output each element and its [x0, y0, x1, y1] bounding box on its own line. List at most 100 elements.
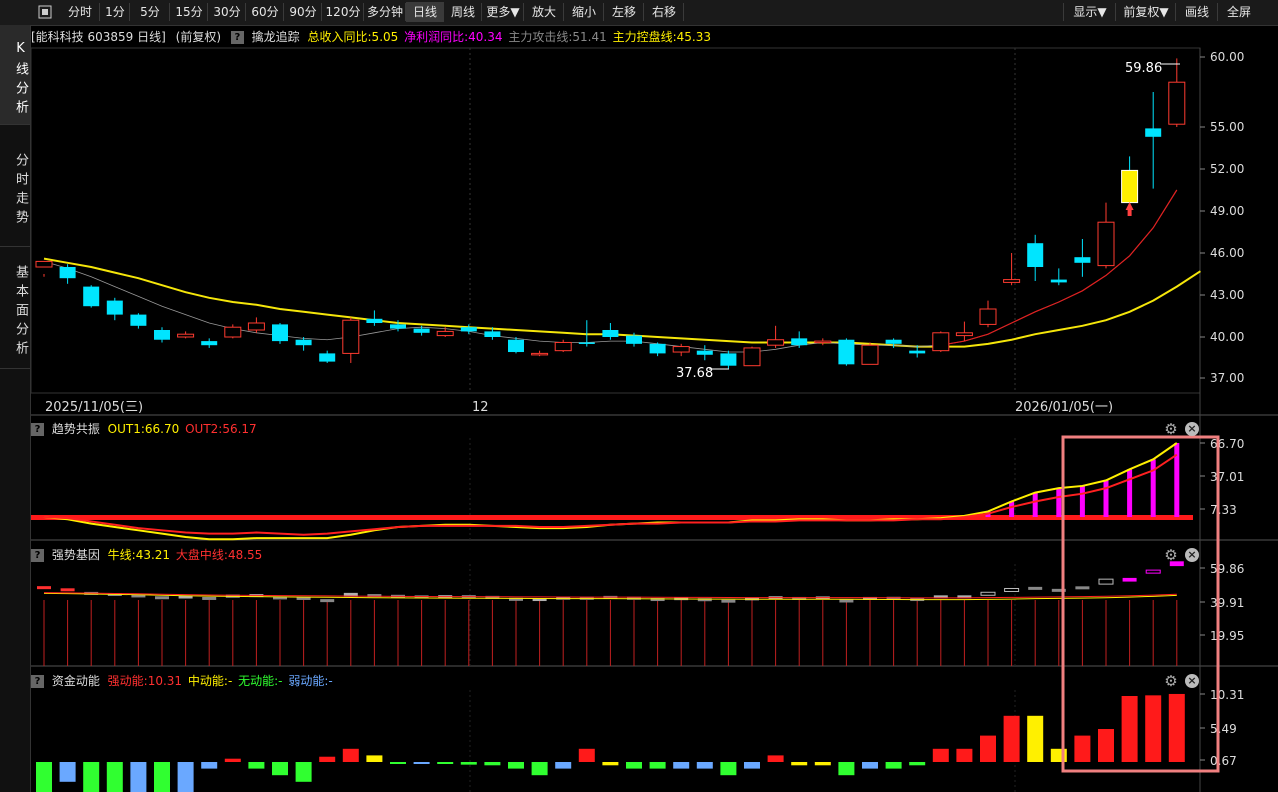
toolbar-button-6[interactable]: 90分: [284, 2, 322, 22]
help-icon[interactable]: ?: [230, 31, 244, 44]
low-price-label: 37.68: [676, 366, 713, 381]
panel3-title: ? 资金动能 强动能:10.31 中动能:- 无动能:- 弱动能:-: [31, 672, 333, 690]
toolbar-button-7[interactable]: 120分: [322, 2, 364, 22]
toolbar-button-0[interactable]: 分时: [60, 2, 100, 22]
panel2-box: [532, 598, 547, 602]
main-chart-frame: [30, 47, 1201, 394]
candle-down: [366, 318, 383, 323]
panel3-bar: [272, 762, 288, 776]
candle-up: [342, 319, 360, 354]
toolbar-button-2[interactable]: 5分: [130, 2, 170, 22]
main-attack-line: 主力攻击线:51.41: [508, 30, 607, 44]
candle-down: [909, 350, 926, 354]
candle-down: [59, 267, 76, 279]
toolbar-right-button-3[interactable]: 全屏: [1218, 2, 1260, 22]
candle-down: [201, 341, 218, 346]
panel3-settings-icon[interactable]: ⚙: [1163, 673, 1179, 689]
panel3-bar: [342, 748, 359, 762]
nav-fundamental-analysis[interactable]: 基本面分析: [0, 247, 30, 369]
toolbar-button-10[interactable]: 周线: [444, 2, 482, 22]
toolbar-button-8[interactable]: 多分钟: [364, 2, 406, 22]
panel2-market-line-path: [43, 592, 1177, 599]
toolbar-button-12[interactable]: 放大: [524, 2, 564, 22]
panel3-bar: [555, 762, 572, 769]
panel1-bar: [1032, 492, 1038, 517]
candle-up: [672, 346, 690, 353]
panel1-bar: [1174, 443, 1180, 517]
toolbar-button-5[interactable]: 60分: [246, 2, 284, 22]
help-icon[interactable]: ?: [31, 423, 44, 436]
panel2-box: [296, 596, 311, 600]
candle-down: [413, 328, 430, 333]
panel3-close-icon[interactable]: ×: [1185, 674, 1199, 688]
panel1-close-icon[interactable]: ×: [1185, 422, 1199, 436]
revenue-yoy: 总收入同比:5.05: [307, 30, 399, 44]
panel2-box: [320, 599, 335, 603]
help-icon[interactable]: ?: [31, 549, 44, 562]
toolbar-button-1[interactable]: 1分: [100, 2, 130, 22]
panel3-bar: [862, 762, 878, 769]
candle-up: [1003, 279, 1021, 283]
panel1-bar: [1103, 480, 1109, 517]
help-icon[interactable]: ?: [31, 675, 44, 688]
panel3-bar: [248, 762, 265, 769]
high-price-label: 59.86: [1125, 61, 1162, 76]
grid-view-icon[interactable]: [36, 2, 54, 22]
panel2-box: [627, 596, 641, 600]
toolbar-right-button-0[interactable]: 显示▼: [1064, 2, 1116, 22]
nav-kline-analysis[interactable]: K线分析: [0, 25, 30, 125]
panel3-bar: [720, 762, 737, 776]
toolbar-separator: [683, 3, 684, 21]
main-control-line: 主力控盘线:45.33: [612, 30, 711, 44]
panel2-box: [768, 596, 783, 600]
panel2-box: [485, 595, 500, 599]
toolbar-button-15[interactable]: 右移: [644, 2, 684, 22]
toolbar-button-4[interactable]: 30分: [208, 2, 246, 22]
candle-down: [791, 338, 808, 346]
toolbar-button-14[interactable]: 左移: [604, 2, 644, 22]
panel2-box: [603, 595, 618, 599]
panel1-bar: [985, 511, 991, 517]
toolbar-button-3[interactable]: 15分: [170, 2, 208, 22]
toolbar-button-13[interactable]: 缩小: [564, 2, 604, 22]
panel3-bar: [1098, 729, 1114, 762]
toolbar-right-button-2[interactable]: 画线: [1176, 2, 1218, 22]
toolbar-button-9[interactable]: 日线: [406, 2, 444, 22]
nav-intraday-trend[interactable]: 分时走势: [0, 125, 30, 247]
panel3-y-label: 0.67: [1210, 754, 1237, 768]
candle-down: [838, 339, 855, 365]
candle-highlighted: [1121, 169, 1139, 204]
candle-up: [1168, 81, 1186, 125]
panel3-bar: [814, 762, 831, 766]
candle-down: [602, 330, 619, 337]
panel3-y-label: 5.49: [1210, 722, 1237, 736]
panel1-title: ? 趋势共振 OUT1:66.70 OUT2:56.17: [31, 420, 257, 438]
panel3-bar: [909, 762, 926, 766]
panel3-bar: [106, 762, 123, 792]
panel3-bar: [59, 762, 76, 782]
panel3-bar: [1074, 735, 1091, 762]
panel2-box: [367, 594, 382, 598]
candle-down: [1027, 243, 1044, 267]
panel3-bar: [460, 762, 477, 765]
y-axis-label: 46.00: [1210, 246, 1244, 260]
toolbar-right-button-1[interactable]: 前复权▼: [1116, 2, 1176, 22]
panel3-bar: [956, 748, 973, 762]
y-axis-label: 40.00: [1210, 330, 1244, 344]
adjust-mode: (前复权): [175, 30, 222, 44]
panel2-box: [273, 596, 287, 600]
panel3-bar: [201, 762, 218, 769]
panel1-out2-line: [43, 453, 1178, 536]
toolbar-button-11[interactable]: 更多▼: [482, 2, 524, 22]
panel3-bar: [366, 755, 383, 762]
panel2-market-line: 大盘中线:48.55: [175, 548, 263, 562]
candle-down: [720, 353, 737, 366]
panel2-box: [461, 595, 476, 599]
panel1-settings-icon[interactable]: ⚙: [1163, 421, 1179, 437]
candle-down: [390, 324, 406, 329]
toolbar: 分时 1分 5分 15分 30分 60分 90分 120分 多分钟 日线 周线 更多▼ 放大 缩小 左移 右移…: [0, 0, 1278, 26]
panel2-settings-icon[interactable]: ⚙: [1163, 547, 1179, 563]
panel2-close-icon[interactable]: ×: [1185, 548, 1199, 562]
panel2-box: [414, 595, 429, 599]
panel1-y-label: 37.01: [1210, 470, 1244, 484]
